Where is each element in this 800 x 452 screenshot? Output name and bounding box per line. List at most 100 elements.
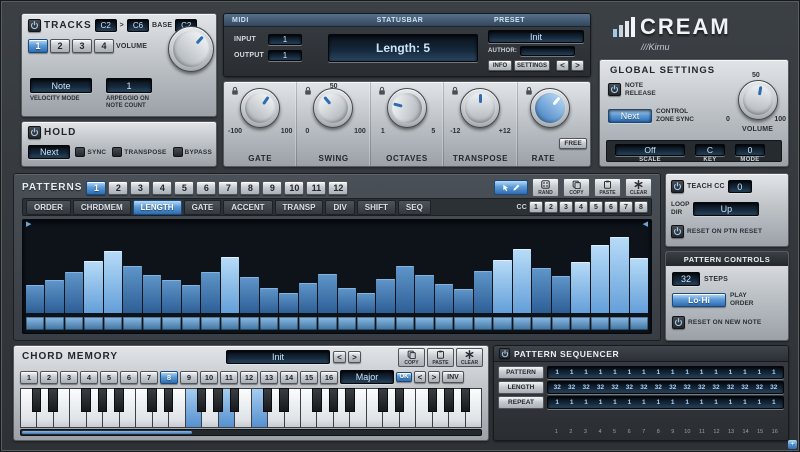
- seq-value[interactable]: 32: [709, 384, 723, 391]
- pattern-bar-1[interactable]: [26, 285, 44, 313]
- pattern-button-9[interactable]: 9: [262, 181, 282, 195]
- piano-black-key[interactable]: [114, 388, 124, 412]
- tab-order[interactable]: ORDER: [26, 200, 71, 215]
- hold-power-button[interactable]: [28, 126, 41, 139]
- hold-sync-toggle[interactable]: [75, 147, 85, 157]
- pattern-bar-2[interactable]: [45, 280, 63, 313]
- piano-black-key[interactable]: [428, 388, 438, 412]
- tab-transp[interactable]: TRANSP: [275, 200, 324, 215]
- pattern-strip-cell-27[interactable]: [532, 317, 550, 330]
- pattern-bar-14[interactable]: [279, 293, 297, 314]
- pattern-bar-12[interactable]: [240, 277, 258, 313]
- global-volume-knob[interactable]: [738, 80, 778, 120]
- lock-icon[interactable]: [525, 86, 533, 96]
- note-release-power-button[interactable]: [608, 83, 621, 96]
- tab-gate[interactable]: GATE: [184, 200, 222, 215]
- seq-value[interactable]: 32: [666, 384, 680, 391]
- piano-black-key[interactable]: [395, 388, 405, 412]
- seq-value[interactable]: 1: [608, 369, 622, 376]
- clear-button[interactable]: CLEAR: [625, 178, 652, 197]
- seq-value[interactable]: 1: [622, 369, 636, 376]
- piano-black-key[interactable]: [312, 388, 322, 412]
- pattern-strip-cell-16[interactable]: [318, 317, 336, 330]
- pattern-button-2[interactable]: 2: [108, 181, 128, 195]
- arp-note-count-display[interactable]: 1: [106, 78, 152, 93]
- pattern-bar-24[interactable]: [474, 271, 492, 313]
- chord-type-display[interactable]: Major: [340, 370, 394, 384]
- pattern-strip-cell-24[interactable]: [474, 317, 492, 330]
- seq-value[interactable]: 1: [593, 399, 607, 406]
- pattern-strip-cell-12[interactable]: [240, 317, 258, 330]
- chord-preset-display[interactable]: Init: [226, 350, 330, 364]
- pattern-bar-8[interactable]: [162, 280, 180, 313]
- pattern-button-3[interactable]: 3: [130, 181, 150, 195]
- pattern-bar-26[interactable]: [513, 249, 531, 313]
- pattern-bar-9[interactable]: [182, 285, 200, 313]
- pattern-strip-cell-31[interactable]: [610, 317, 628, 330]
- pattern-strip-cell-9[interactable]: [182, 317, 200, 330]
- pattern-strip-cell-5[interactable]: [104, 317, 122, 330]
- pattern-strip-cell-26[interactable]: [513, 317, 531, 330]
- pattern-button-10[interactable]: 10: [284, 181, 304, 195]
- pattern-strip-cell-30[interactable]: [591, 317, 609, 330]
- seq-value[interactable]: 1: [666, 369, 680, 376]
- sequencer-power-button[interactable]: [499, 348, 510, 359]
- pattern-button-1[interactable]: 1: [86, 181, 106, 195]
- seq-value[interactable]: 32: [622, 384, 636, 391]
- tracks-volume-knob[interactable]: [168, 26, 214, 72]
- pattern-strip-cell-19[interactable]: [376, 317, 394, 330]
- seq-value[interactable]: 32: [694, 384, 708, 391]
- seq-value[interactable]: 1: [709, 399, 723, 406]
- chord-slot-9[interactable]: 9: [180, 371, 198, 384]
- loop-dir-display[interactable]: Up: [693, 202, 759, 216]
- seq-value[interactable]: 32: [723, 384, 737, 391]
- teach-cc-power-button[interactable]: [671, 180, 684, 193]
- pattern-bar-7[interactable]: [143, 275, 161, 313]
- pattern-bar-32[interactable]: [630, 258, 648, 313]
- seq-value[interactable]: 1: [608, 399, 622, 406]
- preset-prev-button[interactable]: <: [556, 60, 569, 71]
- lock-icon[interactable]: [378, 86, 386, 96]
- tab-length[interactable]: LENGTH: [133, 200, 182, 215]
- seq-value[interactable]: 32: [579, 384, 593, 391]
- preset-name-display[interactable]: Init: [488, 30, 584, 43]
- piano-black-key[interactable]: [147, 388, 157, 412]
- reset-on-new-note-power-button[interactable]: [672, 316, 685, 329]
- seq-value[interactable]: 32: [593, 384, 607, 391]
- rate-free-button[interactable]: FREE: [559, 138, 587, 149]
- pattern-bar-27[interactable]: [532, 268, 550, 313]
- pattern-button-6[interactable]: 6: [196, 181, 216, 195]
- seq-value[interactable]: 1: [637, 399, 651, 406]
- seq-value[interactable]: 32: [550, 384, 564, 391]
- pattern-bar-29[interactable]: [571, 262, 589, 313]
- seq-value[interactable]: 1: [579, 369, 593, 376]
- seq-value[interactable]: 32: [680, 384, 694, 391]
- pattern-bar-15[interactable]: [299, 283, 317, 313]
- pattern-strip-cell-17[interactable]: [338, 317, 356, 330]
- pattern-strip-cell-13[interactable]: [260, 317, 278, 330]
- seq-value[interactable]: 1: [564, 399, 578, 406]
- pattern-bar-6[interactable]: [123, 266, 141, 313]
- teach-cc-display[interactable]: 0: [728, 180, 752, 193]
- chord-slot-11[interactable]: 11: [220, 371, 238, 384]
- pattern-strip-cell-18[interactable]: [357, 317, 375, 330]
- cc-button-8[interactable]: 8: [634, 201, 648, 213]
- piano-black-key[interactable]: [98, 388, 108, 412]
- pattern-bar-4[interactable]: [84, 261, 102, 313]
- preset-next-button[interactable]: >: [571, 60, 584, 71]
- seq-value[interactable]: 1: [564, 369, 578, 376]
- pattern-bar-10[interactable]: [201, 272, 219, 313]
- draw-tool-display[interactable]: [494, 180, 528, 195]
- cc-button-6[interactable]: 6: [604, 201, 618, 213]
- piano-black-key[interactable]: [197, 388, 207, 412]
- hold-mode-display[interactable]: Next: [28, 145, 70, 159]
- seq-value[interactable]: 1: [709, 369, 723, 376]
- pattern-strip-cell-8[interactable]: [162, 317, 180, 330]
- seq-value[interactable]: 1: [680, 399, 694, 406]
- chord-slot-1[interactable]: 1: [20, 371, 38, 384]
- pattern-button-11[interactable]: 11: [306, 181, 326, 195]
- loop-end-marker[interactable]: ◀: [643, 220, 648, 228]
- keyboard-scrollbar-thumb[interactable]: [22, 431, 192, 434]
- info-button[interactable]: INFO: [488, 60, 512, 71]
- cc-button-4[interactable]: 4: [574, 201, 588, 213]
